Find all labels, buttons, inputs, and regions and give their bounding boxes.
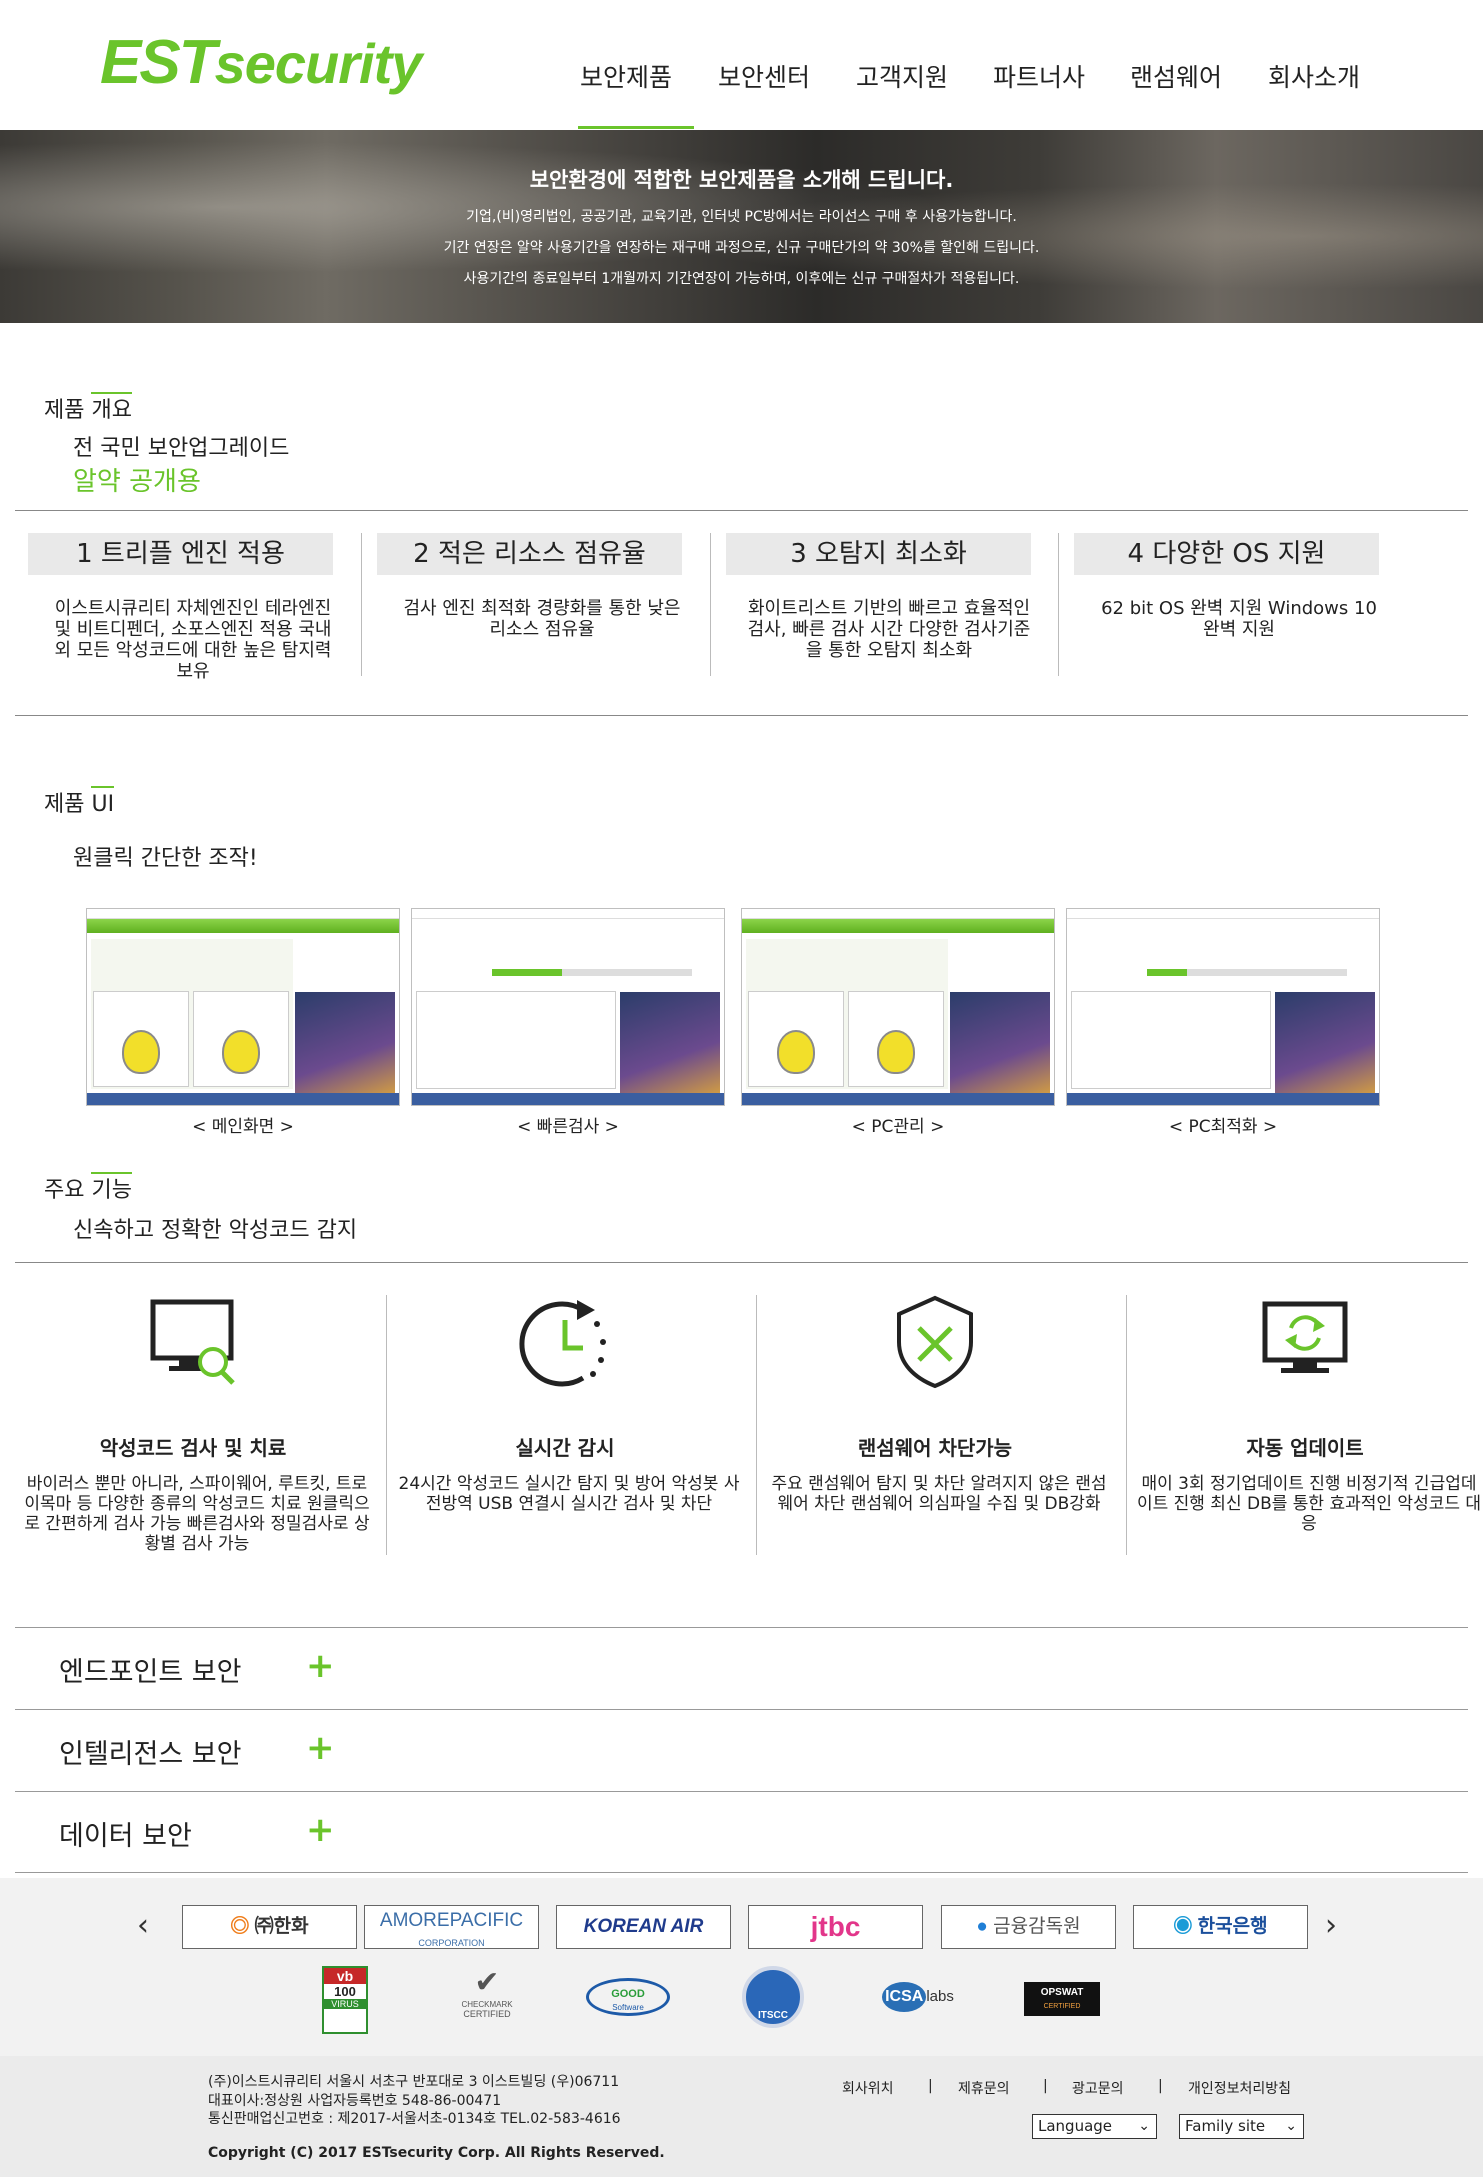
partner-logo-amorepacific[interactable]: AMOREPACIFIC CORPORATION — [364, 1905, 539, 1949]
hero-line-3: 사용기간의 종료일부터 1개월까지 기간연장이 가능하며, 이후에는 신규 구매… — [463, 271, 1020, 287]
language-select[interactable]: Language ⌄ — [1032, 2114, 1157, 2139]
family-site-select[interactable]: Family site ⌄ — [1179, 2114, 1304, 2139]
overview-heading: 제품 개요 — [44, 398, 132, 423]
overview-box-4-desc: 62 bit OS 완벽 지원 Windows 10 완벽 지원 — [1101, 598, 1377, 640]
hero-title: 보안환경에 적합한 보안제품을 소개해 드립니다. — [529, 168, 954, 192]
partner-logo-koreanair[interactable]: KOREAN AIR — [556, 1905, 731, 1949]
monitor-refresh-icon — [1120, 1290, 1483, 1394]
opswat-cert-logo: OPSWAT CERTIFIED — [1024, 1982, 1100, 2016]
feature-3-title: 랜섬웨어 차단가능 — [857, 1436, 1013, 1460]
feature-3-desc: 주요 랜섬웨어 탐지 및 차단 알려지지 않은 랜섬웨어 차단 랜섬웨어 의심파… — [771, 1474, 1107, 1514]
carousel-next-icon[interactable]: › — [1325, 1908, 1337, 1943]
nav-products[interactable]: 보안제품 — [580, 58, 672, 94]
feature-2-title: 실시간 감시 — [515, 1436, 615, 1460]
overview-box-1-title: 1 트리플 엔진 적용 — [28, 533, 333, 575]
overview-box-1-desc: 이스트시큐리티 자체엔진인 테라엔진 및 비트디펜더, 소포스엔진 적용 국내외… — [54, 598, 332, 682]
accordion-label: 데이터 보안 — [59, 1821, 192, 1852]
screenshot-main[interactable] — [86, 908, 400, 1106]
feature-1-desc: 바이러스 뿐만 아니라, 스파이웨어, 루트킷, 트로이목마 등 다양한 종류의… — [24, 1474, 370, 1554]
features-subtitle: 신속하고 정확한 악성코드 감지 — [73, 1218, 358, 1243]
caption-pc-optimize: < PC최적화 > — [1168, 1117, 1278, 1137]
partner-logo-jtbc[interactable]: jtbc — [748, 1905, 923, 1949]
feature-2-desc: 24시간 악성코드 실시간 탐지 및 방어 악성봇 사전방역 USB 연결시 실… — [398, 1474, 740, 1514]
clock-icon — [380, 1290, 750, 1394]
itscc-cert-logo: ITSCC — [742, 1966, 804, 2028]
nav-security-center[interactable]: 보안센터 — [718, 58, 810, 94]
accordion-endpoint[interactable]: 엔드포인트 보안 + — [15, 1627, 1468, 1709]
overview-box-2-desc: 검사 엔진 최적화 경량화를 통한 낮은 리소스 점유율 — [403, 598, 681, 640]
footer-ceo: 대표이사:정상원 사업자등록번호 548-86-00471 — [208, 2093, 502, 2109]
divider — [710, 533, 711, 676]
vb100-cert-logo: vb 100 VIRUS — [322, 1966, 368, 2034]
feature-4-desc: 매이 3회 정기업데이트 진행 비정기적 긴급업데이트 진행 최신 DB를 통한… — [1136, 1474, 1482, 1534]
hero-line-2: 기간 연장은 알약 사용기간을 연장하는 재구매 과정으로, 신규 구매단가의 … — [443, 240, 1040, 256]
features-heading: 주요 기능 — [44, 1178, 132, 1203]
overview-box-3-title: 3 오탐지 최소화 — [726, 533, 1031, 575]
overview-box-2-title: 2 적은 리소스 점유율 — [377, 533, 682, 575]
partner-logo-fss[interactable]: ● 금융감독원 — [941, 1905, 1116, 1949]
caption-main: < 메인화면 > — [192, 1117, 294, 1137]
overview-product-name: 알약 공개용 — [73, 467, 201, 497]
chevron-down-icon: ⌄ — [1138, 2118, 1150, 2134]
feature-1-title: 악성코드 검사 및 치료 — [99, 1436, 287, 1460]
monitor-search-icon — [8, 1290, 378, 1394]
screenshot-quick-scan[interactable] — [411, 908, 725, 1106]
divider — [15, 715, 1468, 716]
plus-icon[interactable]: + — [306, 1728, 335, 1768]
footer-link-location[interactable]: 회사위치 — [842, 2078, 894, 2098]
footer-address: (주)이스트시큐리티 서울시 서초구 반포대로 3 이스트빌딩 (우)06711 — [208, 2074, 620, 2090]
footer-link-privacy[interactable]: 개인정보처리방침 — [1188, 2078, 1291, 2098]
footer: (주)이스트시큐리티 서울시 서초구 반포대로 3 이스트빌딩 (우)06711… — [0, 2056, 1483, 2177]
partner-logo-bok[interactable]: ◉ 한국은행 — [1133, 1905, 1308, 1949]
gs-cert-logo: GOOD Software — [586, 1978, 670, 2016]
main-nav: 보안제품 보안센터 고객지원 파트너사 랜섬웨어 회사소개 — [0, 58, 1483, 98]
footer-copyright: Copyright (C) 2017 ESTsecurity Corp. All… — [208, 2145, 665, 2161]
accordion-label: 인텔리전스 보안 — [59, 1739, 242, 1770]
overview-box-3-desc: 화이트리스트 기반의 빠르고 효율적인 검사, 빠른 검사 시간 다양한 검사기… — [747, 598, 1031, 661]
nav-active-indicator — [578, 126, 694, 129]
overview-subtitle: 전 국민 보안업그레이드 — [73, 436, 290, 461]
plus-icon[interactable]: + — [306, 1646, 335, 1686]
nav-company[interactable]: 회사소개 — [1268, 58, 1360, 94]
nav-support[interactable]: 고객지원 — [856, 58, 948, 94]
overview-box-4-title: 4 다양한 OS 지원 — [1074, 533, 1379, 575]
divider: | — [1043, 2078, 1048, 2094]
divider — [361, 533, 362, 676]
caption-pc-manage: < PC관리 > — [851, 1117, 945, 1137]
hero-banner: 보안환경에 적합한 보안제품을 소개해 드립니다. 기업,(비)영리법인, 공공… — [0, 130, 1483, 323]
divider: | — [1158, 2078, 1163, 2094]
partner-logo-hanwha[interactable]: ◎ ㈜한화 — [182, 1905, 357, 1949]
product-ui-heading: 제품 UI — [44, 792, 115, 817]
shield-x-icon — [750, 1290, 1120, 1394]
chevron-down-icon: ⌄ — [1285, 2118, 1297, 2134]
footer-link-ad[interactable]: 광고문의 — [1072, 2078, 1124, 2098]
icsa-cert-logo: ICSA labs — [880, 1982, 956, 2012]
divider — [15, 510, 1468, 511]
accordion-data[interactable]: 데이터 보안 + — [15, 1791, 1468, 1873]
accordion-label: 엔드포인트 보안 — [59, 1657, 242, 1688]
product-ui-subtitle: 원클릭 간단한 조작! — [73, 846, 258, 871]
screenshot-pc-optimize[interactable] — [1066, 908, 1380, 1106]
footer-telecom: 통신판매업신고번호 : 제2017-서울서초-0134호 TEL.02-583-… — [208, 2111, 621, 2127]
plus-icon[interactable]: + — [306, 1810, 335, 1850]
accordion-intelligence[interactable]: 인텔리전스 보안 + — [15, 1709, 1468, 1791]
carousel-prev-icon[interactable]: ‹ — [137, 1908, 149, 1943]
nav-ransomware[interactable]: 랜섬웨어 — [1130, 58, 1222, 94]
divider — [15, 1262, 1468, 1263]
partner-carousel: ‹ ◎ ㈜한화 AMOREPACIFIC CORPORATION KOREAN A… — [0, 1878, 1483, 2056]
divider — [1058, 533, 1059, 676]
feature-4-title: 자동 업데이트 — [1246, 1436, 1364, 1460]
footer-link-partnership[interactable]: 제휴문의 — [958, 2078, 1010, 2098]
checkmark-cert-logo: ✔ CHECKMARK CERTIFIED — [461, 1966, 513, 2019]
caption-quick-scan: < 빠른검사 > — [517, 1117, 619, 1137]
screenshot-pc-manage[interactable] — [741, 908, 1055, 1106]
nav-partners[interactable]: 파트너사 — [993, 58, 1085, 94]
hero-line-1: 기업,(비)영리법인, 공공기관, 교육기관, 인터넷 PC방에서는 라이선스 … — [466, 209, 1017, 225]
divider: | — [928, 2078, 933, 2094]
